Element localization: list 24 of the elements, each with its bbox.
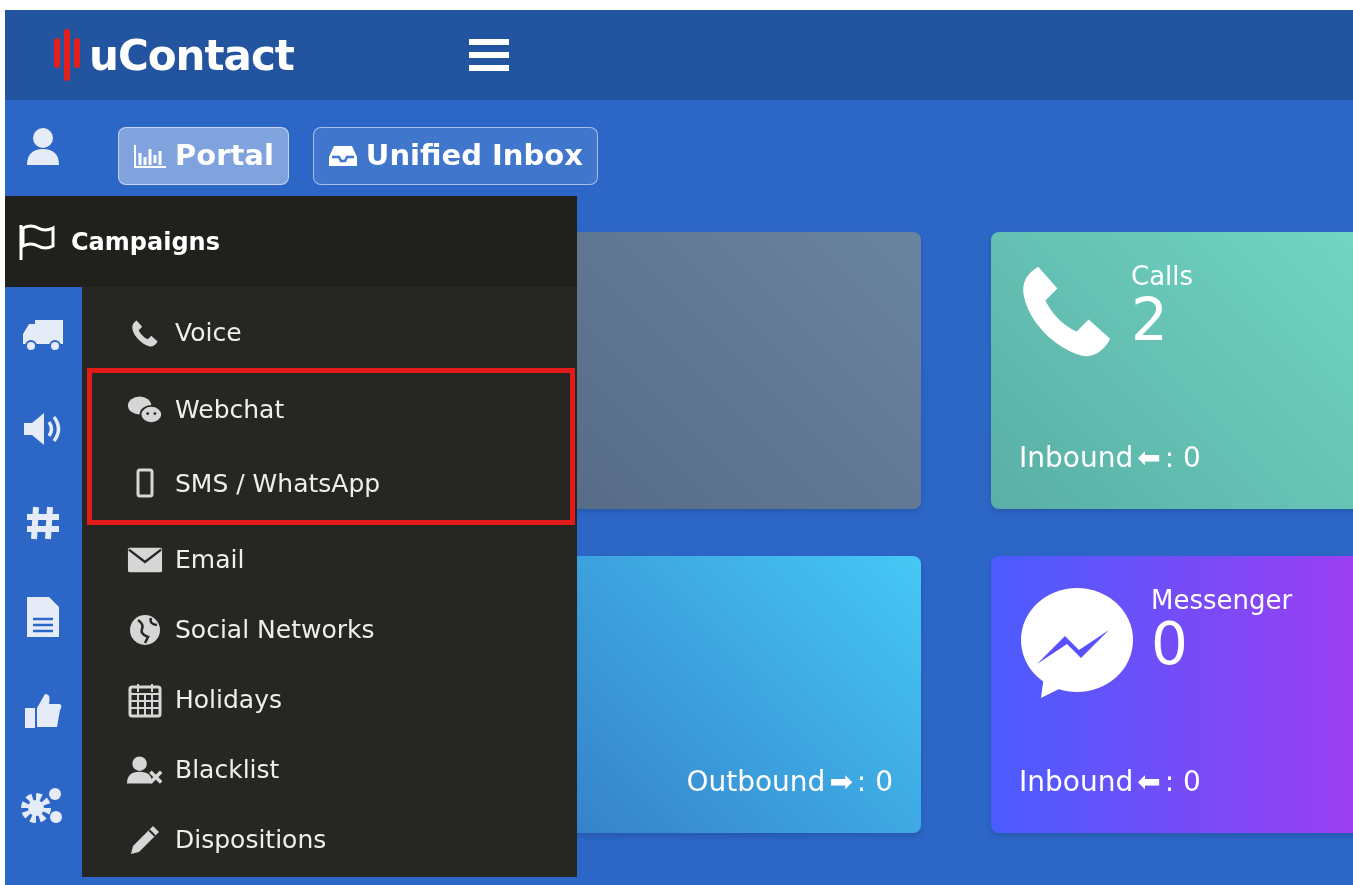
card-footer-label: Outbound <box>686 764 826 800</box>
menu-title: Campaigns <box>71 226 220 258</box>
arrow-icon: ⬅ <box>1137 768 1161 796</box>
card-footer-value: : 0 <box>1164 764 1201 800</box>
menu-item[interactable]: Email <box>82 525 577 595</box>
menu-item[interactable]: Webchat <box>92 373 570 447</box>
card-footer-label: Inbound <box>1019 764 1134 800</box>
card-value: 2 <box>1131 290 1169 349</box>
card-title: Messenger <box>1151 586 1293 615</box>
arrow-icon: ⬅ <box>1137 444 1161 472</box>
card-footer-value: : 0 <box>1164 440 1201 476</box>
tab[interactable]: Unified Inbox <box>312 127 598 185</box>
menu-item[interactable]: Dispositions <box>82 805 577 875</box>
card-footer-label: Inbound <box>1019 440 1134 476</box>
menu-item[interactable]: Voice <box>82 298 577 368</box>
menu-item[interactable]: SMS / WhatsApp <box>92 446 570 520</box>
card-value: 0 <box>1151 614 1188 673</box>
menu-item[interactable]: Social Networks <box>82 595 577 665</box>
menu-item[interactable]: Blacklist <box>82 735 577 805</box>
card-title: Calls <box>1131 262 1194 291</box>
brand-name: uContact <box>89 29 294 82</box>
card-footer-value: : 0 <box>856 764 893 800</box>
arrow-icon: ➡ <box>829 768 853 796</box>
menu-item[interactable]: Holidays <box>82 665 577 735</box>
